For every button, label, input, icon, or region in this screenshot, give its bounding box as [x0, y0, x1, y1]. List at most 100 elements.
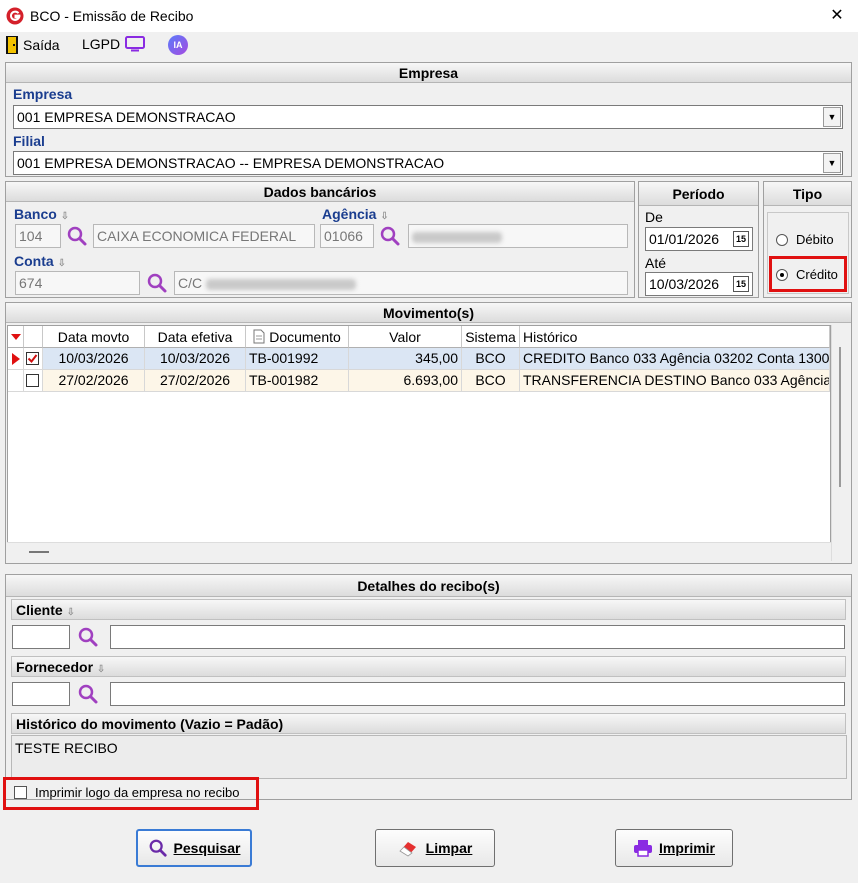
fornecedor-label: Fornecedor: [16, 659, 94, 675]
sort-arrow-icon: ⇩: [66, 607, 75, 618]
cliente-code-input[interactable]: [12, 625, 70, 649]
sort-arrow-icon: ⇩: [96, 664, 106, 675]
redacted-text: [412, 231, 502, 243]
window-title: BCO - Emissão de Recibo: [30, 8, 194, 24]
conta-code-field[interactable]: 674: [15, 271, 140, 295]
periodo-header: Período: [639, 182, 758, 206]
search-icon[interactable]: [77, 626, 99, 648]
table-row[interactable]: 27/02/2026 27/02/2026 TB-001982 6.693,00…: [8, 370, 830, 392]
search-icon[interactable]: [66, 225, 88, 247]
empresa-label: Empresa: [13, 86, 73, 102]
radio-circle[interactable]: [776, 233, 788, 246]
ia-icon: IA: [168, 35, 188, 55]
cell-valor: 6.693,00: [349, 370, 462, 392]
fornecedor-code-input[interactable]: [12, 682, 70, 706]
agencia-name-field: [408, 224, 628, 248]
cliente-name-input[interactable]: [110, 625, 845, 649]
historico-header: Histórico do movimento (Vazio = Padão): [11, 713, 846, 734]
col-header-data-movto[interactable]: Data movto: [43, 326, 145, 348]
movimentos-grid: Data movto Data efetiva Documento Valor …: [7, 325, 831, 561]
debito-radio[interactable]: Débito: [776, 232, 834, 247]
chevron-down-icon[interactable]: ▼: [823, 153, 841, 173]
dados-bancarios-panel: Dados bancários Banco ⇩ 104 CAIXA ECONOM…: [5, 181, 635, 298]
col-header-valor[interactable]: Valor: [349, 326, 462, 348]
search-icon: [149, 839, 167, 857]
cliente-label: Cliente: [16, 602, 63, 618]
cell-valor: 345,00: [349, 348, 462, 370]
close-button[interactable]: ✕: [820, 2, 854, 30]
exit-door-icon: [6, 36, 18, 54]
col-header-documento[interactable]: Documento: [246, 326, 349, 348]
ia-label: IA: [173, 40, 183, 50]
lgpd-button[interactable]: LGPD: [82, 35, 146, 53]
limpar-label: Limpar: [425, 840, 473, 856]
col-header-documento-label: Documento: [269, 328, 341, 345]
cell-data-efetiva: 10/03/2026: [145, 348, 246, 370]
col-header-sistema[interactable]: Sistema: [462, 326, 520, 348]
calendar-icon[interactable]: 15: [733, 276, 749, 292]
fornecedor-header: Fornecedor ⇩: [11, 656, 846, 677]
imprimir-button[interactable]: Imprimir: [615, 829, 733, 867]
row-checkbox-checked[interactable]: [26, 352, 39, 365]
monitor-icon: [125, 36, 146, 52]
de-label: De: [645, 209, 663, 225]
search-icon[interactable]: [379, 225, 401, 247]
sort-arrow-icon: ⇩: [380, 211, 389, 222]
tipo-header: Tipo: [764, 182, 851, 206]
row-indicator: [8, 348, 24, 370]
empresa-select[interactable]: 001 EMPRESA DEMONSTRACAO ▼: [13, 105, 843, 129]
eraser-icon: [399, 842, 416, 857]
highlight-box-imprimir-logo: [3, 777, 259, 810]
calendar-icon[interactable]: 15: [733, 231, 749, 247]
agencia-code-field[interactable]: 01066: [320, 224, 374, 248]
ate-date-input[interactable]: 10/03/2026 15: [645, 272, 753, 296]
grid-horizontal-scrollbar[interactable]: [7, 542, 831, 561]
grid-vertical-scrollbar[interactable]: [831, 325, 847, 561]
detalhes-header: Detalhes do recibo(s): [6, 575, 851, 597]
scrollbar-thumb[interactable]: [839, 347, 841, 487]
col-header-historico[interactable]: Histórico: [520, 326, 830, 348]
pesquisar-button[interactable]: Pesquisar: [136, 829, 252, 867]
pesquisar-label: Pesquisar: [173, 840, 241, 856]
cell-sistema: BCO: [462, 370, 520, 392]
highlight-box-credito: [769, 256, 847, 292]
ate-date-value: 10/03/2026: [649, 276, 720, 292]
imprimir-label: Imprimir: [658, 840, 715, 856]
cell-sistema: BCO: [462, 348, 520, 370]
filter-arrow-icon[interactable]: [10, 332, 22, 342]
banco-code-field[interactable]: 104: [15, 224, 61, 248]
historico-textarea[interactable]: TESTE RECIBO: [11, 735, 847, 779]
cell-data-movto: 27/02/2026: [43, 370, 145, 392]
filial-label: Filial: [13, 133, 45, 149]
de-date-value: 01/01/2026: [649, 231, 720, 247]
de-date-input[interactable]: 01/01/2026 15: [645, 227, 753, 251]
table-row[interactable]: 10/03/2026 10/03/2026 TB-001992 345,00 B…: [8, 348, 830, 370]
search-icon[interactable]: [146, 272, 168, 294]
cell-documento: TB-001982: [246, 370, 349, 392]
ia-button[interactable]: IA: [168, 35, 188, 55]
row-checkbox-cell[interactable]: [24, 348, 43, 370]
filial-select-value: 001 EMPRESA DEMONSTRACAO -- EMPRESA DEMO…: [17, 155, 445, 171]
conta-name-field: C/C: [174, 271, 628, 295]
cliente-header: Cliente ⇩: [11, 599, 846, 620]
redacted-text: [206, 278, 357, 290]
cell-historico: CREDITO Banco 033 Agência 03202 Conta 13…: [520, 348, 830, 370]
printer-icon: [633, 840, 652, 857]
col-header-data-efetiva[interactable]: Data efetiva: [145, 326, 246, 348]
current-row-arrow-icon: [12, 353, 20, 365]
sort-arrow-icon: ⇩: [57, 258, 66, 269]
filial-select[interactable]: 001 EMPRESA DEMONSTRACAO -- EMPRESA DEMO…: [13, 151, 843, 175]
limpar-button[interactable]: Limpar: [375, 829, 495, 867]
grid-check-header[interactable]: [24, 326, 43, 348]
row-checkbox-cell[interactable]: [24, 370, 43, 392]
toolbar: Saída LGPD IA: [0, 32, 858, 60]
cell-historico: TRANSFERENCIA DESTINO Banco 033 Agência …: [520, 370, 830, 392]
row-checkbox[interactable]: [26, 374, 39, 387]
chevron-down-icon[interactable]: ▼: [823, 107, 841, 127]
agencia-label: Agência ⇩: [322, 206, 389, 222]
search-icon[interactable]: [77, 683, 99, 705]
fornecedor-name-input[interactable]: [110, 682, 845, 706]
scrollbar-thumb[interactable]: [29, 551, 49, 553]
saida-button[interactable]: Saída: [5, 35, 60, 55]
app-logo-icon: [6, 7, 24, 25]
